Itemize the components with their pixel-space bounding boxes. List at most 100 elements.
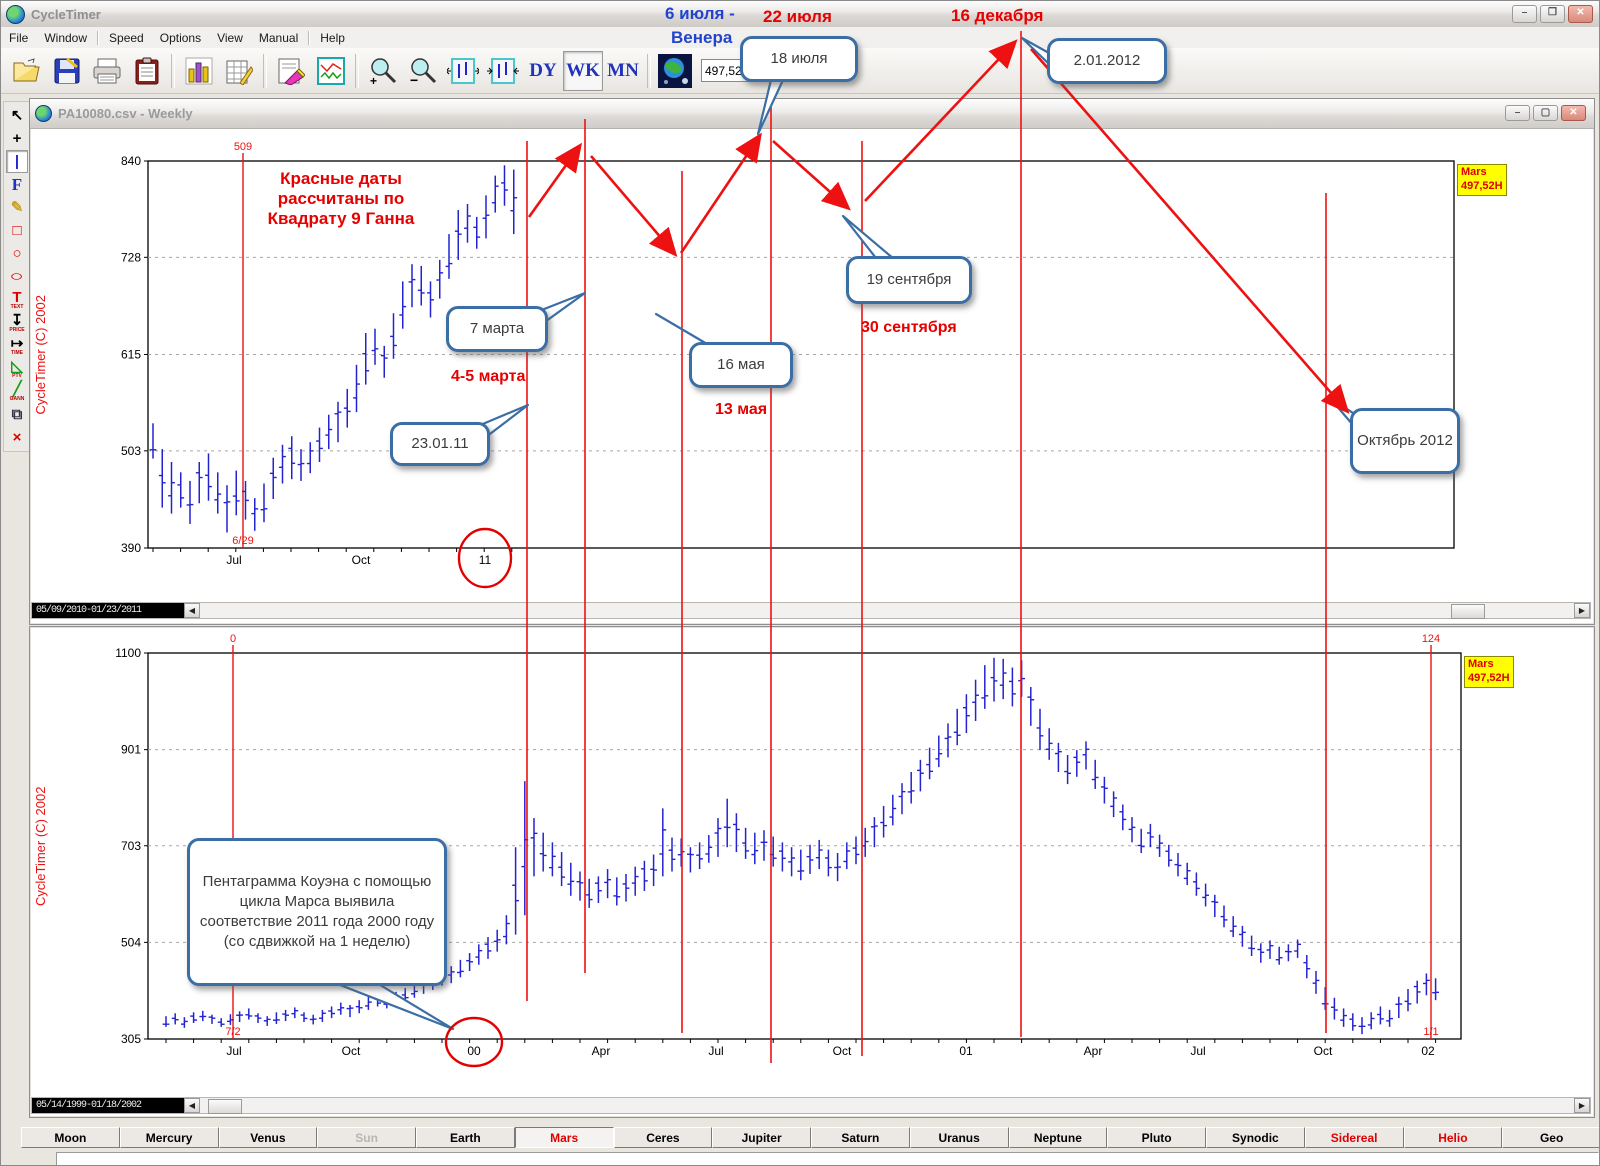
scroll-thumb[interactable] — [208, 1099, 242, 1114]
compress-scale-icon — [487, 56, 519, 86]
planet-button-synodic[interactable]: Synodic — [1206, 1127, 1305, 1148]
planet-button-mercury[interactable]: Mercury — [120, 1127, 219, 1148]
menu-item-file[interactable]: File — [1, 29, 36, 47]
menu-item-help[interactable]: Help — [312, 29, 353, 47]
monthly-button[interactable]: MN — [603, 51, 643, 91]
scroll-right-arrow[interactable]: ▶ — [1574, 1098, 1590, 1113]
close-button[interactable]: ✕ — [1568, 5, 1593, 23]
menu-item-window[interactable]: Window — [36, 29, 95, 47]
gann-tool[interactable]: ╱GANN — [6, 380, 28, 403]
callout-sep19[interactable]: 19 сентября — [846, 256, 972, 304]
ptv-tool-icon: ◺ — [11, 359, 23, 374]
child-minimize-button[interactable]: – — [1505, 105, 1530, 121]
planet-button-uranus[interactable]: Uranus — [910, 1127, 1009, 1148]
callout-jan2012[interactable]: 2.01.2012 — [1047, 38, 1167, 84]
delete-tool[interactable]: × — [6, 426, 28, 449]
copy-tool[interactable]: ⧉ — [6, 403, 28, 426]
report-icon — [134, 57, 160, 85]
bar-chart-button[interactable] — [179, 51, 219, 91]
print-button[interactable] — [87, 51, 127, 91]
crosshair-tool[interactable]: + — [6, 127, 28, 150]
scroll-right-arrow[interactable]: ▶ — [1574, 603, 1590, 618]
zoom-out-button[interactable]: − — [403, 51, 443, 91]
planet-button-neptune[interactable]: Neptune — [1009, 1127, 1108, 1148]
scroll-thumb[interactable] — [1451, 604, 1485, 619]
price-tool[interactable]: ↧PRICE — [6, 311, 28, 334]
planet-button-sidereal[interactable]: Sidereal — [1305, 1127, 1404, 1148]
callout-oct2012[interactable]: Октябрь 2012 — [1350, 408, 1460, 474]
child-maximize-button[interactable]: ▢ — [1533, 105, 1558, 121]
callout-jan23[interactable]: 23.01.11 — [390, 422, 490, 466]
ellipse-tool[interactable]: ○ — [6, 265, 28, 288]
planet-button-mars[interactable]: Mars — [515, 1127, 614, 1148]
app-globe-icon — [6, 5, 25, 24]
venus-note-line2: Венера — [671, 28, 732, 48]
weekly-button[interactable]: WK — [563, 51, 603, 91]
top-chart-scrollbar[interactable]: 05/09/2010-01/23/2011 ◀ ▶ — [31, 602, 1591, 619]
svg-text:+: + — [370, 74, 377, 86]
may13-note: 13 мая — [715, 401, 767, 419]
mars-price-tag-bottom: Mars497,52H — [1464, 656, 1514, 688]
scroll-left-arrow[interactable]: ◀ — [184, 1098, 200, 1113]
callout-mar7[interactable]: 7 марта — [446, 306, 548, 352]
restore-button[interactable]: ❐ — [1540, 5, 1565, 23]
daily-button[interactable]: DY — [523, 51, 563, 91]
time-tool[interactable]: ↦TIME — [6, 334, 28, 357]
zoom-in-button[interactable]: + — [363, 51, 403, 91]
pointer-tool[interactable]: ↖ — [6, 104, 28, 127]
child-close-button[interactable]: ✕ — [1561, 105, 1586, 121]
price-tool-icon: ↧ — [11, 313, 24, 328]
callout-may16[interactable]: 16 мая — [689, 342, 793, 388]
planet-button-ceres[interactable]: Ceres — [614, 1127, 713, 1148]
planet-button-earth[interactable]: Earth — [416, 1127, 515, 1148]
pencil-tool-icon: ✎ — [11, 200, 24, 215]
rect-tool[interactable]: □ — [6, 219, 28, 242]
menu-item-view[interactable]: View — [209, 29, 251, 47]
fib-tool[interactable]: F — [6, 173, 28, 196]
menu-item-options[interactable]: Options — [152, 29, 209, 47]
report-button[interactable] — [127, 51, 167, 91]
chart-window-title-bar[interactable]: PA10080.csv - Weekly – ▢ ✕ — [30, 99, 1594, 129]
planet-button-jupiter[interactable]: Jupiter — [712, 1127, 811, 1148]
app-title: CycleTimer — [31, 7, 101, 22]
menu-item-manual[interactable]: Manual — [251, 29, 306, 47]
calculator-button[interactable] — [219, 51, 259, 91]
menu-separator — [97, 31, 99, 45]
planet-button-venus[interactable]: Venus — [219, 1127, 318, 1148]
menu-separator — [308, 31, 310, 45]
planet-button-moon[interactable]: Moon — [21, 1127, 120, 1148]
chart-edit-icon — [277, 57, 305, 85]
chart-edit-button[interactable] — [271, 51, 311, 91]
bottom-chart-scrollbar[interactable]: 05/14/1999-01/18/2002 ◀ ▶ — [31, 1097, 1591, 1114]
menu-item-speed[interactable]: Speed — [101, 29, 152, 47]
vline-tool[interactable]: | — [6, 150, 28, 173]
callout-jul18[interactable]: 18 июля — [740, 36, 858, 82]
scroll-left-arrow[interactable]: ◀ — [184, 603, 200, 618]
planet-button[interactable] — [655, 51, 695, 91]
planet-button-geo[interactable]: Geo — [1502, 1127, 1600, 1148]
gann-square-note: Красные датырассчитаны поКвадрату 9 Ганн… — [241, 169, 441, 229]
gann-tool-label: GANN — [10, 397, 25, 402]
open-button[interactable] — [7, 51, 47, 91]
planet-button-saturn[interactable]: Saturn — [811, 1127, 910, 1148]
chart-view-button[interactable] — [311, 51, 351, 91]
toolbar-separator — [263, 54, 267, 88]
ptv-tool[interactable]: ◺PTV — [6, 357, 28, 380]
compress-scale-button[interactable] — [483, 51, 523, 91]
expand-scale-button[interactable] — [443, 51, 483, 91]
sep30-note: 30 сентября — [861, 319, 957, 337]
minimize-button[interactable]: – — [1512, 5, 1537, 23]
text-tool[interactable]: TTEXT — [6, 288, 28, 311]
text-tool-label: TEXT — [11, 305, 24, 310]
toolbar-separator — [647, 54, 651, 88]
planet-button-helio[interactable]: Helio — [1404, 1127, 1503, 1148]
window-globe-icon — [35, 105, 52, 122]
daily-label: DY — [529, 60, 556, 82]
planet-button-pluto[interactable]: Pluto — [1107, 1127, 1206, 1148]
callout-pentagram[interactable]: Пентаграмма Коуэна с помощью цикла Марса… — [187, 838, 447, 986]
top-date-range-label: 05/09/2010-01/23/2011 — [32, 603, 184, 618]
save-button[interactable] — [47, 51, 87, 91]
pencil-tool[interactable]: ✎ — [6, 196, 28, 219]
planet-button-sun[interactable]: Sun — [317, 1127, 416, 1148]
circle-tool[interactable]: ○ — [6, 242, 28, 265]
